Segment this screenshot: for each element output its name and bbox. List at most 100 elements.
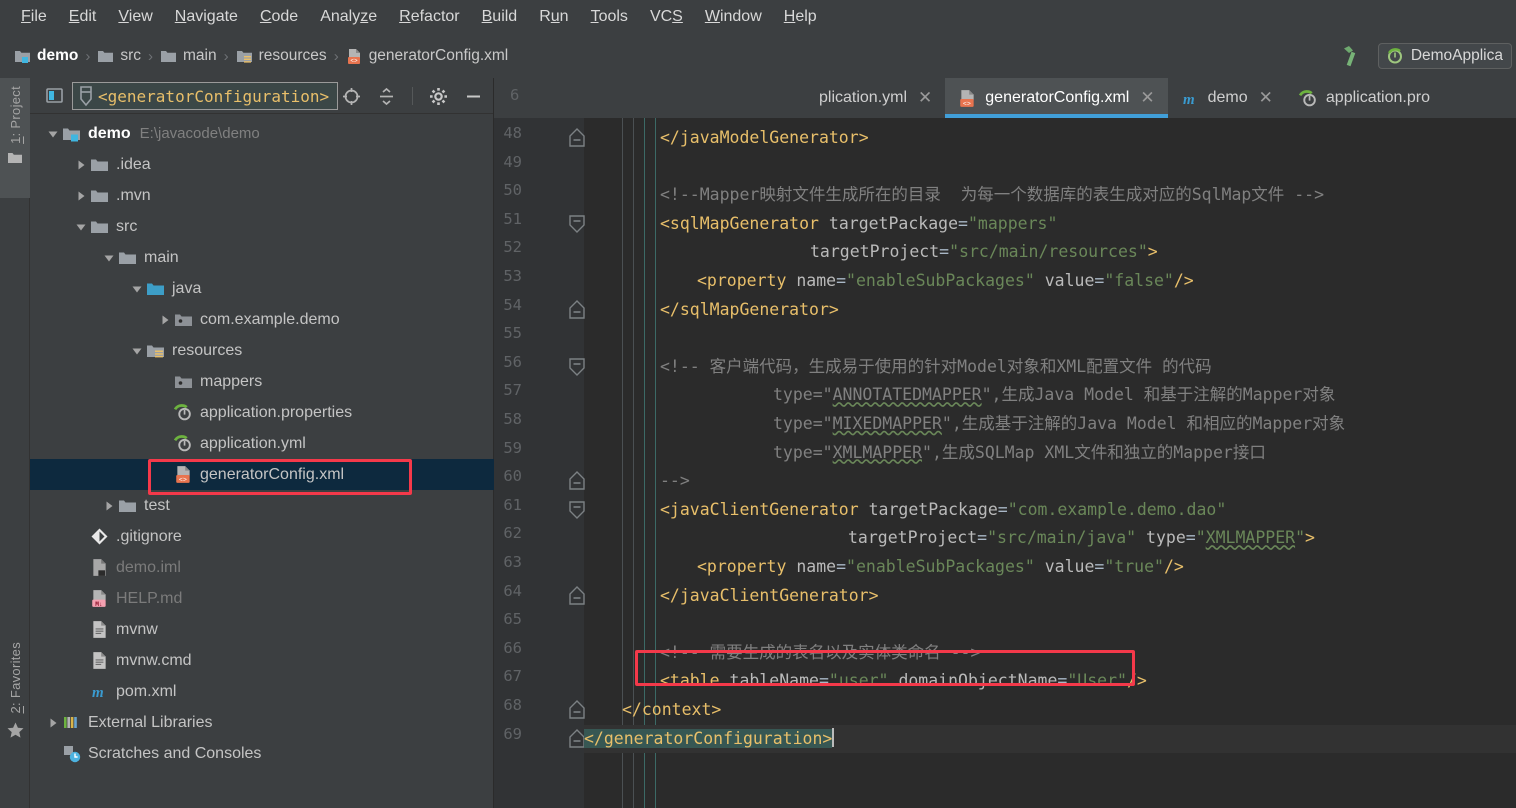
line-number: 50: [503, 181, 522, 200]
tree-item[interactable]: Scratches and Consoles: [30, 738, 494, 769]
code-line[interactable]: </context>: [622, 696, 721, 725]
tree-item[interactable]: src: [30, 211, 494, 242]
code-line[interactable]: type="MIXEDMAPPER",生成基于注解的Java Model 和相应…: [773, 410, 1345, 439]
tree-item-label: application.properties: [200, 403, 353, 421]
package-icon: [173, 374, 194, 390]
sidebar-item-project[interactable]: 1: Project: [0, 78, 30, 198]
code-line[interactable]: targetProject="src/main/java" type="XMLM…: [848, 524, 1315, 553]
tab-generatorconfig-xml[interactable]: <> generatorConfig.xml ✕: [945, 78, 1168, 118]
code-line[interactable]: targetProject="src/main/resources">: [810, 238, 1158, 267]
menu-code[interactable]: Code: [249, 5, 309, 29]
sticky-breadcrumb-label: <generatorConfiguration>: [98, 86, 330, 106]
tree-item[interactable]: main: [30, 242, 494, 273]
close-icon[interactable]: ✕: [918, 88, 932, 108]
code-line[interactable]: type="XMLMAPPER",生成SQLMap XML文件和独立的Mappe…: [773, 439, 1266, 468]
chevron-down-icon[interactable]: [128, 335, 145, 366]
tree-item[interactable]: application.properties: [30, 397, 494, 428]
collapse-all-icon[interactable]: [377, 87, 396, 106]
chevron-right-icon[interactable]: [156, 304, 173, 335]
hammer-icon[interactable]: [1338, 43, 1364, 69]
chevron-down-icon[interactable]: [100, 242, 117, 273]
tree-item[interactable]: m pom.xml: [30, 676, 494, 707]
close-icon[interactable]: ✕: [1140, 88, 1154, 108]
code-line[interactable]: <javaClientGenerator targetPackage="com.…: [660, 496, 1226, 525]
menu-build[interactable]: Build: [471, 5, 529, 29]
tree-item[interactable]: M↓ HELP.md: [30, 583, 494, 614]
tree-item[interactable]: java: [30, 273, 494, 304]
xml-sticky-breadcrumb[interactable]: <generatorConfiguration>: [72, 82, 339, 110]
menu-help[interactable]: Help: [773, 5, 828, 29]
menu-refactor[interactable]: Refactor: [388, 5, 470, 29]
breadcrumb-item-file[interactable]: <> generatorConfig.xml: [346, 47, 508, 65]
code-editor-text[interactable]: </javaModelGenerator> <!--Mapper映射文件生成所在的…: [584, 118, 1516, 808]
code-line[interactable]: <!-- 需要生成的表名以及实体类命名 -->: [660, 639, 980, 668]
code-line[interactable]: </sqlMapGenerator>: [660, 296, 839, 325]
close-icon[interactable]: ✕: [1259, 88, 1273, 108]
code-line[interactable]: </javaModelGenerator>: [660, 124, 869, 153]
markdown-icon: M↓: [89, 589, 110, 608]
menu-window[interactable]: Window: [694, 5, 773, 29]
code-line[interactable]: <!--Mapper映射文件生成所在的目录 为每一个数据库的表生成对应的SqlM…: [660, 181, 1324, 210]
code-line[interactable]: type="ANNOTATEDMAPPER",生成Java Model 和基于注…: [773, 381, 1335, 410]
tree-item[interactable]: resources: [30, 335, 494, 366]
chevron-right-icon[interactable]: [72, 180, 89, 211]
tab-application-properties[interactable]: application.pro: [1286, 78, 1443, 118]
breadcrumb-item-src[interactable]: src: [97, 47, 141, 65]
code-line[interactable]: <sqlMapGenerator targetPackage="mappers": [660, 210, 1057, 239]
breadcrumb-item-demo[interactable]: demo: [14, 47, 78, 65]
tree-item[interactable]: mvnw.cmd: [30, 645, 494, 676]
chevron-right-icon[interactable]: [100, 490, 117, 521]
chevron-down-icon[interactable]: [44, 118, 61, 149]
tab-label: demo: [1207, 89, 1248, 106]
locate-target-icon[interactable]: [342, 87, 361, 106]
chevron-down-icon[interactable]: [72, 211, 89, 242]
tree-item[interactable]: com.example.demo: [30, 304, 494, 335]
menu-run[interactable]: Run: [528, 5, 579, 29]
menu-navigate[interactable]: Navigate: [164, 5, 249, 29]
breadcrumb-item-resources[interactable]: resources: [236, 47, 327, 65]
minimize-icon[interactable]: [464, 87, 483, 106]
tree-item[interactable]: .mvn: [30, 180, 494, 211]
chevron-right-icon[interactable]: [72, 149, 89, 180]
breadcrumb-item-main[interactable]: main: [160, 47, 217, 65]
tree-item[interactable]: application.yml: [30, 428, 494, 459]
chevron-down-icon[interactable]: [128, 273, 145, 304]
menu-edit[interactable]: Edit: [58, 5, 108, 29]
tree-item[interactable]: mappers: [30, 366, 494, 397]
tree-item[interactable]: demo.iml: [30, 552, 494, 583]
tree-item[interactable]: .gitignore: [30, 521, 494, 552]
gear-icon[interactable]: [429, 87, 448, 106]
tab-demo-pom[interactable]: m demo ✕: [1168, 78, 1286, 118]
tab-application-yml[interactable]: plication.yml ✕: [494, 78, 945, 118]
line-number: 59: [503, 438, 522, 457]
menu-tools[interactable]: Tools: [580, 5, 639, 29]
line-number: 55: [503, 324, 522, 343]
sidebar-item-favorites[interactable]: 2: Favorites: [0, 638, 30, 748]
code-line-annotated[interactable]: <table tableName="user" domainObjectName…: [660, 667, 1147, 696]
tree-item-label: Scratches and Consoles: [88, 744, 262, 762]
code-line[interactable]: <property name="enableSubPackages" value…: [697, 553, 1184, 582]
tree-item[interactable]: demo E:\javacode\demo: [30, 118, 494, 149]
tree-item[interactable]: mvnw: [30, 614, 494, 645]
code-line[interactable]: </generatorConfiguration>: [584, 725, 835, 754]
tree-item[interactable]: test: [30, 490, 494, 521]
run-configuration-selector[interactable]: DemoApplica: [1377, 43, 1512, 69]
menu-analyze[interactable]: Analyze: [309, 5, 388, 29]
menu-file[interactable]: File: [10, 5, 58, 29]
tree-item-path: E:\javacode\demo: [139, 125, 260, 142]
menu-view[interactable]: View: [107, 5, 163, 29]
project-tree[interactable]: demo E:\javacode\demo .idea .mvn src main java…: [30, 114, 494, 808]
chevron-right-icon[interactable]: [44, 707, 61, 738]
tree-item[interactable]: .idea: [30, 149, 494, 180]
code-line[interactable]: -->: [660, 467, 690, 496]
xml-file-icon: <>: [958, 89, 977, 108]
menu-vcs[interactable]: VCS: [639, 5, 694, 29]
tree-item[interactable]: External Libraries: [30, 707, 494, 738]
code-line[interactable]: <!-- 客户端代码，生成易于使用的针对Model对象和XML配置文件 的代码: [660, 353, 1212, 382]
code-line[interactable]: <property name="enableSubPackages" value…: [697, 267, 1194, 296]
tree-item-selected[interactable]: <> generatorConfig.xml: [30, 459, 494, 490]
tree-item-label: main: [144, 248, 179, 266]
line-number: 48: [503, 124, 522, 142]
code-line[interactable]: </javaClientGenerator>: [660, 582, 879, 611]
